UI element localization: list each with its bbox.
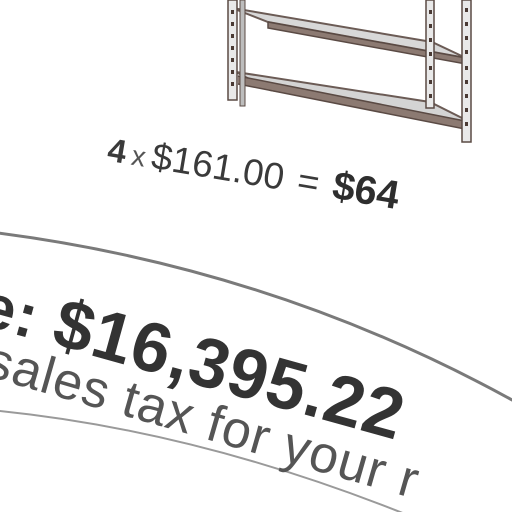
checkout-viewport: 4x$161.00 = $64 e: $16,395.22 sales tax fo… bbox=[0, 0, 512, 512]
